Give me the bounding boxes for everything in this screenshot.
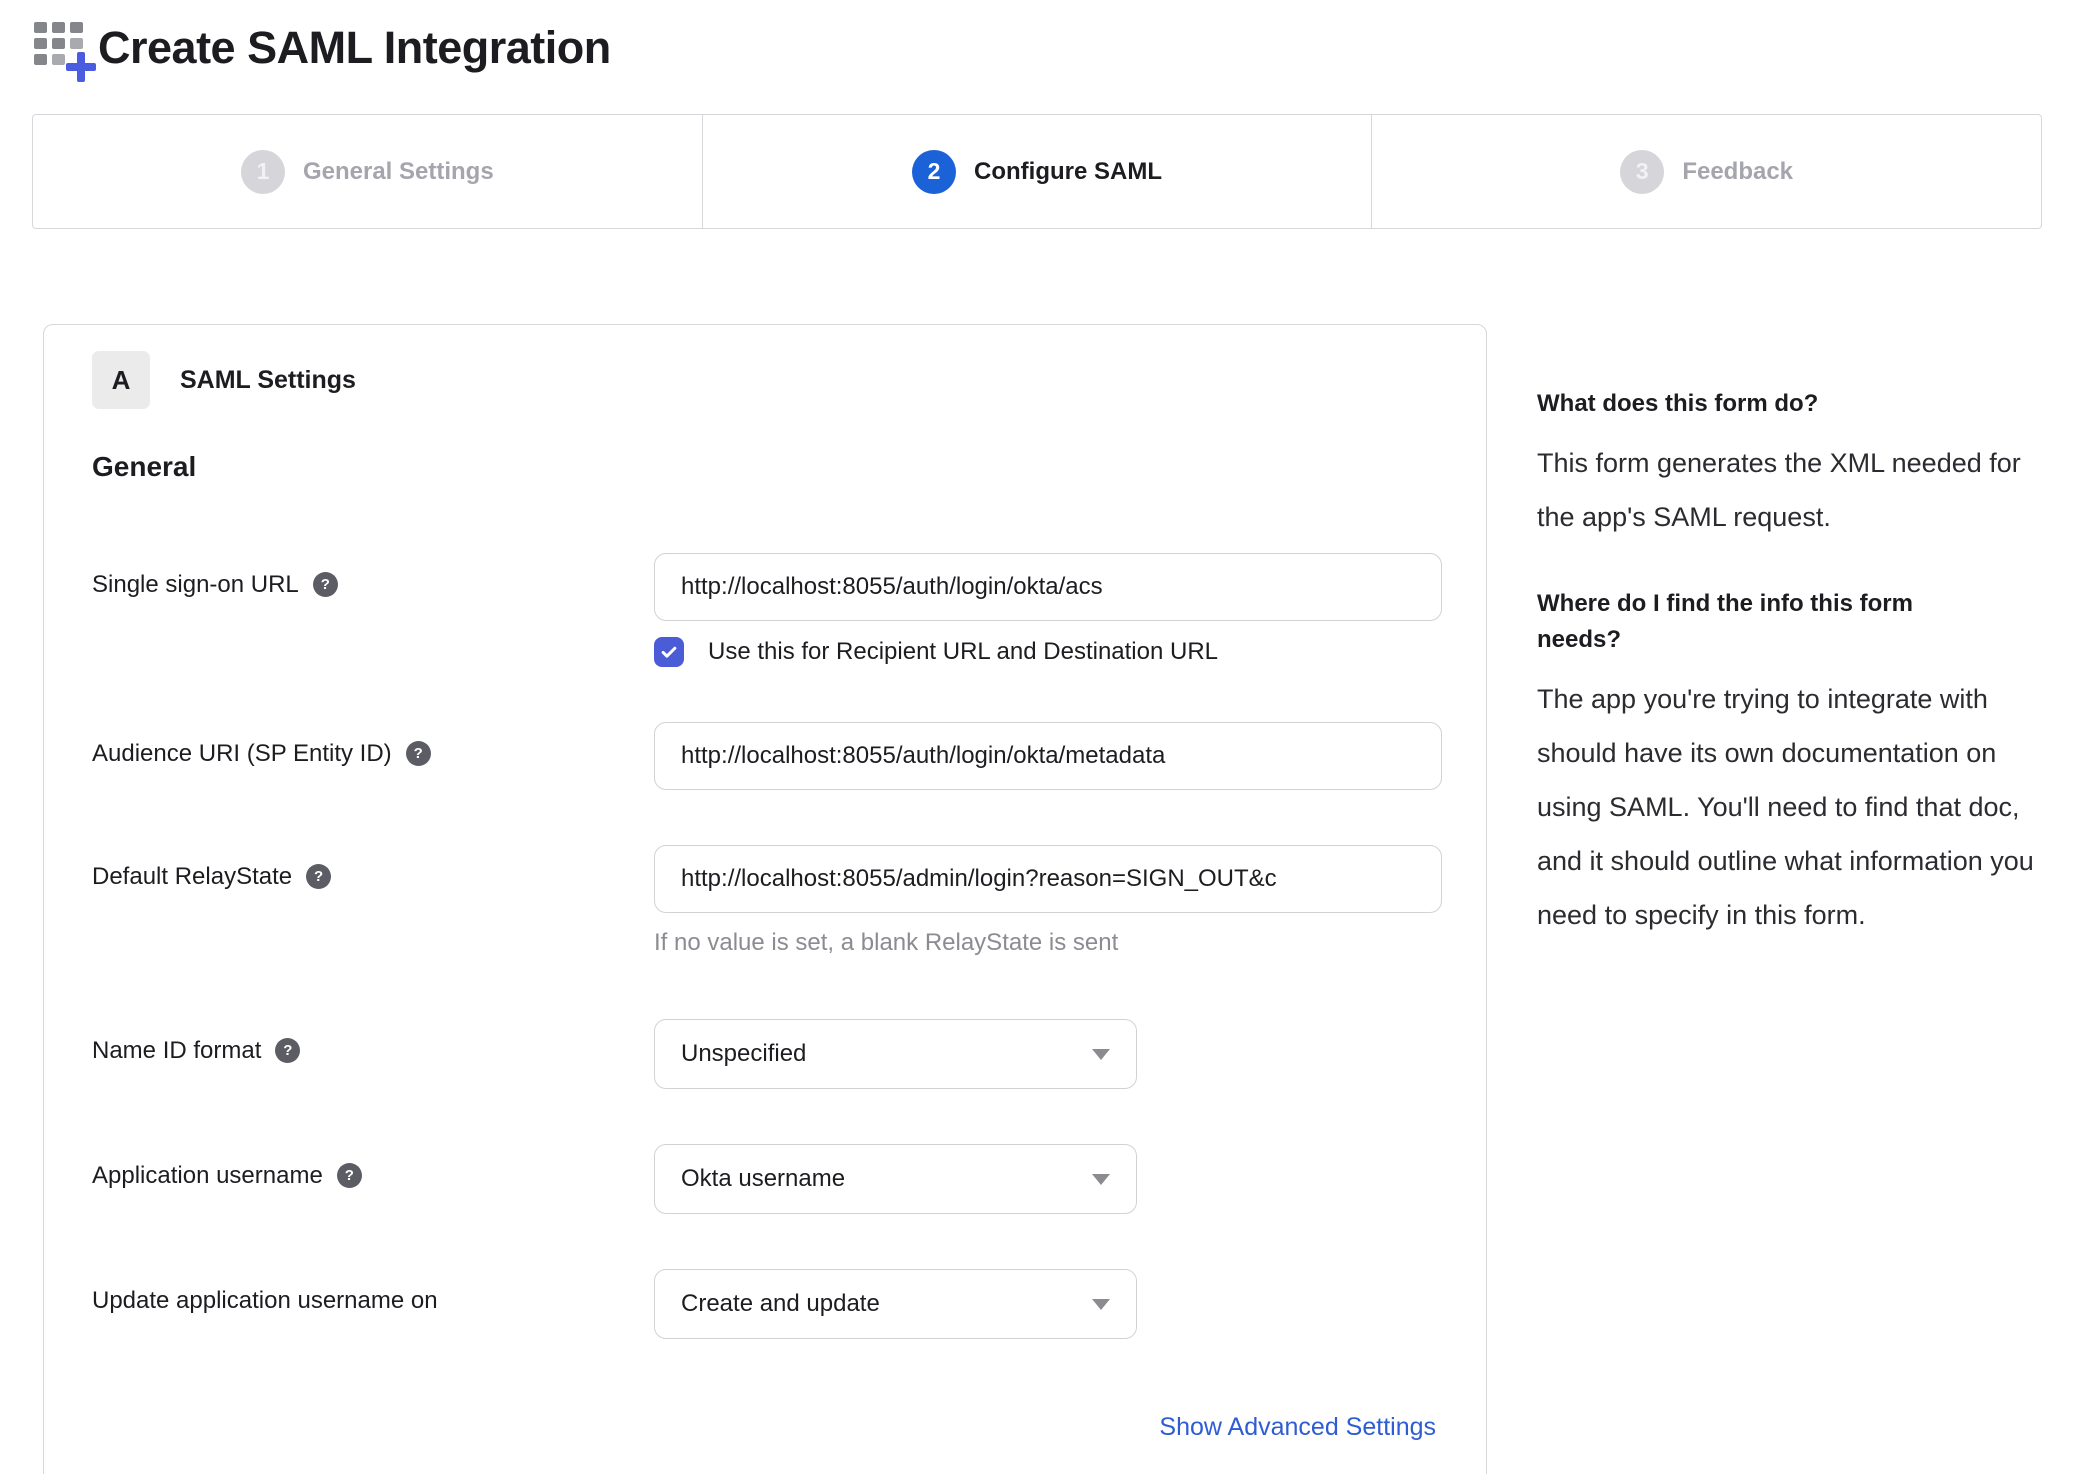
- sidebar-heading-what: What does this form do?: [1537, 390, 1819, 417]
- update-username-value: Create and update: [681, 1290, 880, 1317]
- step-3-circle: 3: [1620, 149, 1665, 194]
- relaystate-label: Default RelayState: [92, 863, 293, 890]
- field-row-sso: Single sign-on URL ? Use this for Recipi…: [92, 553, 1442, 667]
- recipient-url-checkbox[interactable]: [654, 637, 684, 667]
- sidebar-body-where: The app you're trying to integrate with …: [1537, 684, 2034, 930]
- saml-settings-panel: A SAML Settings General Single sign-on U…: [43, 324, 1487, 1474]
- relaystate-help-icon[interactable]: ?: [306, 864, 332, 889]
- name-id-format-label: Name ID format: [92, 1037, 262, 1064]
- create-app-plus-icon: [34, 22, 96, 82]
- sso-help-icon[interactable]: ?: [312, 572, 338, 597]
- section-badge: A: [92, 351, 150, 409]
- general-group-title: General: [92, 451, 197, 482]
- wizard-step-general-settings[interactable]: 1 General Settings: [33, 115, 703, 228]
- update-username-select[interactable]: Create and update: [654, 1269, 1137, 1339]
- help-sidebar: What does this form do? This form genera…: [1537, 324, 2035, 942]
- relaystate-helper-text: If no value is set, a blank RelayState i…: [654, 929, 1119, 956]
- sidebar-heading-where: Where do I find the info this form needs…: [1537, 590, 1913, 653]
- audience-help-icon[interactable]: ?: [405, 741, 431, 766]
- name-id-format-value: Unspecified: [681, 1040, 807, 1067]
- app-username-label: Application username: [92, 1162, 323, 1189]
- wizard-step-feedback[interactable]: 3 Feedback: [1372, 115, 2041, 228]
- audience-uri-input[interactable]: [654, 722, 1442, 790]
- page-title: Create SAML Integration: [98, 22, 611, 73]
- page-header: Create SAML Integration: [0, 0, 2074, 82]
- step-1-label: General Settings: [302, 157, 494, 185]
- step-1-circle: 1: [240, 149, 285, 194]
- wizard-step-configure-saml[interactable]: 2 Configure SAML: [703, 115, 1373, 228]
- sidebar-body-what: This form generates the XML needed for t…: [1537, 448, 2021, 532]
- step-2-circle: 2: [912, 149, 957, 194]
- show-advanced-settings-link[interactable]: Show Advanced Settings: [1159, 1413, 1436, 1441]
- recipient-url-checkbox-label: Use this for Recipient URL and Destinati…: [708, 638, 1219, 665]
- chevron-down-icon: [1092, 1298, 1110, 1310]
- step-3-label: Feedback: [1682, 157, 1794, 185]
- name-id-format-select[interactable]: Unspecified: [654, 1019, 1137, 1089]
- section-title: SAML Settings: [180, 365, 356, 394]
- name-id-help-icon[interactable]: ?: [275, 1038, 301, 1063]
- update-username-label: Update application username on: [92, 1287, 438, 1314]
- relaystate-input[interactable]: [654, 845, 1442, 913]
- app-username-select[interactable]: Okta username: [654, 1144, 1137, 1214]
- app-username-help-icon[interactable]: ?: [336, 1163, 362, 1188]
- field-row-audience: Audience URI (SP Entity ID) ?: [92, 722, 1442, 790]
- field-row-relaystate: Default RelayState ? If no value is set,…: [92, 845, 1442, 957]
- app-username-value: Okta username: [681, 1165, 846, 1192]
- field-row-update-username: Update application username on Create an…: [92, 1269, 1438, 1339]
- plus-icon: [64, 50, 98, 84]
- step-2-label: Configure SAML: [974, 157, 1162, 185]
- field-row-app-username: Application username ? Okta username: [92, 1144, 1438, 1214]
- audience-uri-label: Audience URI (SP Entity ID): [92, 740, 392, 767]
- wizard-steps: 1 General Settings 2 Configure SAML 3 Fe…: [32, 114, 2042, 229]
- field-row-nameid: Name ID format ? Unspecified: [92, 1019, 1438, 1089]
- sidebar-section-what: What does this form do? This form genera…: [1537, 386, 2035, 544]
- chevron-down-icon: [1092, 1173, 1110, 1185]
- sidebar-section-where: Where do I find the info this form needs…: [1537, 586, 2035, 942]
- chevron-down-icon: [1092, 1048, 1110, 1060]
- sso-url-label: Single sign-on URL: [92, 571, 299, 598]
- sso-url-input[interactable]: [654, 553, 1442, 621]
